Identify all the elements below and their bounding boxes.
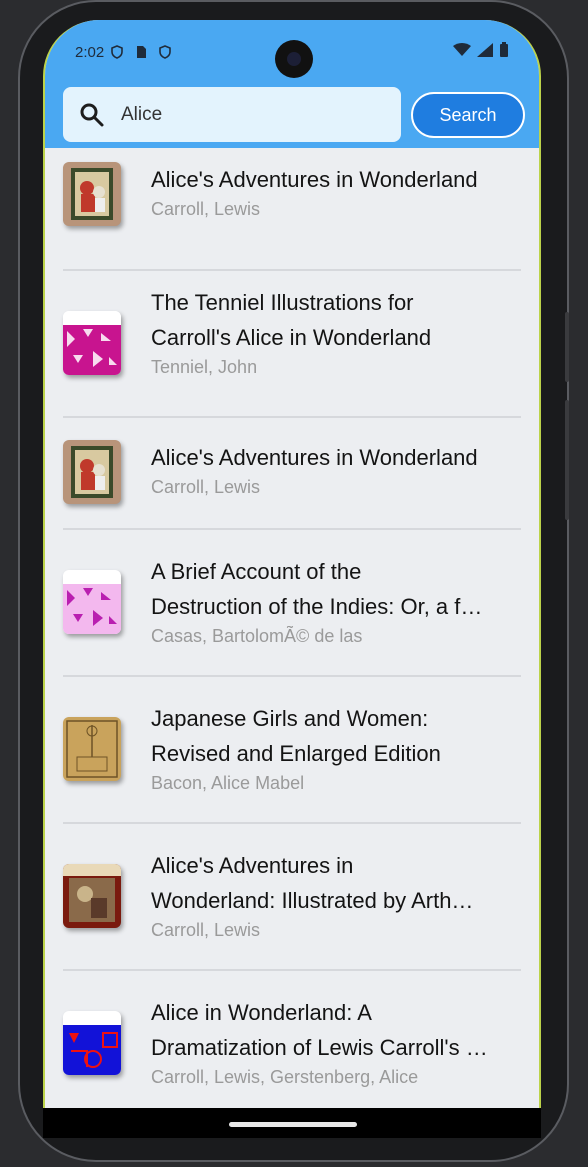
book-cover-illustrated [63, 162, 121, 226]
list-item[interactable]: Alice's Adventures in Wonderland Carroll… [63, 148, 521, 271]
app-bar: 2:02 Search [45, 20, 539, 148]
search-button[interactable]: Search [411, 92, 525, 138]
book-author: Tenniel, John [151, 357, 258, 377]
item-text: Japanese Girls and Women: Revised and En… [151, 701, 521, 794]
book-title: Alice's Adventures in [151, 853, 354, 878]
book-title: The Tenniel Illustrations for [151, 290, 414, 315]
book-title: Alice's Adventures in Wonderland [151, 167, 478, 192]
item-text: Alice in Wonderland: A Dramatization of … [151, 995, 521, 1088]
search-field[interactable] [63, 87, 401, 142]
camera-cutout [275, 40, 313, 78]
list-item[interactable]: Alice's Adventures in Wonderland Carroll… [63, 418, 521, 530]
sim-card-icon [137, 46, 147, 58]
list-item[interactable]: A Brief Account of the Destruction of th… [63, 530, 521, 677]
list-item[interactable]: Alice's Adventures in Wonderland: Illust… [63, 824, 521, 971]
book-title-line2: Wonderland: Illustrated by Arth… [151, 888, 474, 913]
signal-icon [477, 42, 493, 57]
book-cover-vintage [63, 717, 121, 781]
book-author: Carroll, Lewis, Gerstenberg, Alice [151, 1067, 419, 1087]
status-right-icons [453, 42, 509, 57]
book-author: Carroll, Lewis [151, 920, 261, 940]
wifi-icon [453, 42, 471, 56]
app-screen: 2:02 Search Alice's Adventures in Wonder… [43, 20, 541, 1108]
battery-icon [500, 42, 508, 57]
book-title-line2: Carroll's Alice in Wonderland [151, 325, 432, 350]
item-text: The Tenniel Illustrations for Carroll's … [151, 285, 521, 378]
results-list[interactable]: Alice's Adventures in Wonderland Carroll… [45, 148, 539, 1108]
book-cover-magenta-pattern [63, 311, 121, 375]
shield-icon [159, 45, 172, 59]
power-button [565, 400, 569, 520]
book-cover-blue-pattern [63, 1011, 121, 1075]
shield-icon [111, 45, 124, 59]
book-title: Japanese Girls and Women: [151, 706, 429, 731]
home-indicator[interactable] [229, 1122, 357, 1127]
search-input[interactable] [119, 102, 363, 127]
book-title: Alice's Adventures in Wonderland [151, 445, 478, 470]
book-cover-pink-pattern [63, 570, 121, 634]
book-title-line2: Dramatization of Lewis Carroll's … [151, 1035, 488, 1060]
book-cover-illustrated [63, 440, 121, 504]
status-time: 2:02 [75, 43, 105, 61]
book-title-line2: Destruction of the Indies: Or, a f… [151, 594, 483, 619]
list-item[interactable]: The Tenniel Illustrations for Carroll's … [63, 271, 521, 418]
book-cover-rackham [63, 864, 121, 928]
list-item[interactable]: Alice in Wonderland: A Dramatization of … [63, 971, 521, 1108]
item-text: Alice's Adventures in Wonderland Carroll… [151, 440, 521, 498]
volume-button [565, 312, 569, 382]
item-text: Alice's Adventures in Wonderland: Illust… [151, 848, 521, 941]
book-author: Bacon, Alice Mabel [151, 773, 305, 793]
book-title-line2: Revised and Enlarged Edition [151, 741, 441, 766]
book-title: A Brief Account of the [151, 559, 362, 584]
book-title: Alice in Wonderland: A [151, 1000, 372, 1025]
list-item[interactable]: Japanese Girls and Women: Revised and En… [63, 677, 521, 824]
item-text: A Brief Account of the Destruction of th… [151, 554, 521, 647]
book-author: Casas, BartolomÃ© de las [151, 626, 363, 646]
book-author: Carroll, Lewis [151, 477, 261, 497]
search-icon [80, 103, 104, 126]
book-author: Carroll, Lewis [151, 199, 261, 219]
item-text: Alice's Adventures in Wonderland Carroll… [151, 162, 521, 220]
